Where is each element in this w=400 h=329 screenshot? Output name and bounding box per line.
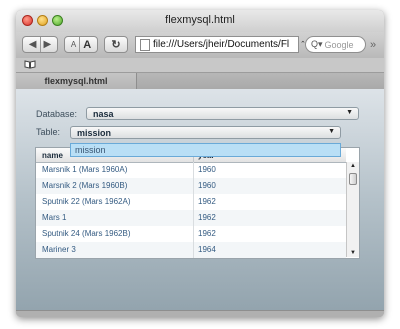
vertical-scrollbar[interactable]: ▲ ▼ — [346, 162, 359, 257]
database-select[interactable]: nasa ▼ — [86, 107, 359, 120]
book-icon[interactable] — [24, 60, 36, 69]
tab-flexmysql[interactable]: flexmysql.html — [16, 73, 137, 89]
search-icon: Q▾ — [311, 39, 323, 49]
toolbar: ◀ ▶ A A ↻ file:///Users/jheir/Documents/… — [16, 32, 384, 58]
scroll-down-icon[interactable]: ▼ — [347, 250, 359, 256]
bookmarks-bar — [16, 58, 384, 73]
text-size-buttons[interactable]: A A — [64, 36, 98, 53]
cell-year: 1962 — [198, 213, 216, 222]
reload-button[interactable]: ↻ — [104, 36, 128, 53]
table-row[interactable]: Sputnik 22 (Mars 1962A) 1962 — [36, 194, 346, 210]
toolbar-overflow-button[interactable]: » — [370, 39, 376, 51]
back-arrow-icon[interactable]: ◀ — [29, 39, 37, 50]
database-value: nasa — [93, 109, 114, 119]
tab-label: flexmysql.html — [44, 76, 108, 86]
cell-name: Sputnik 24 (Mars 1962B) — [42, 229, 131, 238]
address-bar[interactable]: file:///Users/jheir/Documents/Fl — [135, 36, 299, 53]
scroll-up-icon[interactable]: ▲ — [347, 163, 359, 169]
page-content: Database: nasa ▼ Table: mission ▼ name y… — [16, 89, 384, 310]
table-row[interactable]: Sputnik 24 (Mars 1962B) 1962 — [36, 226, 346, 242]
search-field[interactable]: Q▾ Google — [305, 36, 366, 53]
cell-name: Sputnik 22 (Mars 1962A) — [42, 197, 131, 206]
segment-divider — [79, 37, 81, 52]
table-label: Table: — [36, 127, 61, 137]
cell-name: Marsnik 1 (Mars 1960A) — [42, 165, 128, 174]
table-row[interactable]: Mariner 3 1964 — [36, 242, 346, 258]
table-row[interactable]: Marsnik 1 (Mars 1960A) 1960 — [36, 162, 346, 178]
table-dropdown-list: mission — [70, 143, 341, 157]
table-select[interactable]: mission ▼ — [70, 126, 341, 139]
cell-year: 1960 — [198, 165, 216, 174]
chevron-down-icon: ▼ — [346, 109, 353, 116]
forward-arrow-icon[interactable]: ▶ — [44, 39, 52, 50]
cell-name: Marsnik 2 (Mars 1960B) — [42, 181, 128, 190]
scrollbar-thumb[interactable] — [349, 173, 357, 185]
cell-year: 1964 — [198, 245, 216, 254]
tab-strip: flexmysql.html — [16, 73, 384, 89]
dropdown-option-mission[interactable]: mission — [75, 145, 106, 155]
table-row[interactable]: Mars 1 1962 — [36, 210, 346, 226]
cell-year: 1962 — [198, 197, 216, 206]
status-bar — [16, 310, 384, 317]
cell-year: 1960 — [198, 181, 216, 190]
table-row[interactable]: Marsnik 2 (Mars 1960B) 1960 — [36, 178, 346, 194]
cell-name: Mars 1 — [42, 213, 67, 222]
title-bar: flexmysql.html — [16, 10, 384, 32]
back-forward-buttons[interactable]: ◀ ▶ — [22, 36, 58, 53]
table-value: mission — [77, 128, 112, 138]
reload-icon: ↻ — [111, 39, 121, 51]
cell-name: Mariner 3 — [42, 245, 76, 254]
page-icon — [140, 38, 150, 51]
cell-year: 1962 — [198, 229, 216, 238]
text-larger-button[interactable]: A — [83, 39, 91, 51]
column-header-name[interactable]: name — [42, 151, 63, 160]
search-placeholder: Google — [324, 39, 354, 50]
column-divider — [193, 162, 194, 258]
window-title: flexmysql.html — [165, 14, 235, 26]
database-label: Database: — [36, 109, 78, 119]
chevron-down-icon: ▼ — [328, 128, 335, 135]
browser-window: flexmysql.html ◀ ▶ A A ↻ file:///Users/j… — [16, 10, 384, 317]
url-text: file:///Users/jheir/Documents/Fl — [153, 39, 290, 50]
data-grid: name year Marsnik 1 (Mars 1960A) 1960 Ma… — [35, 147, 360, 259]
segment-divider — [39, 37, 41, 52]
text-smaller-button[interactable]: A — [71, 40, 76, 49]
